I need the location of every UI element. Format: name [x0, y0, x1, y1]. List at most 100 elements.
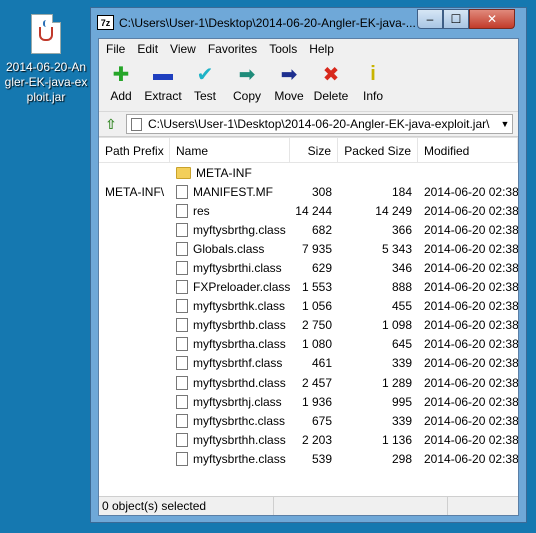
cell-modified-text: 2014-06-20 02:38	[424, 451, 518, 466]
cell-modified-text: 2014-06-20 02:38	[424, 413, 518, 428]
column-path-prefix[interactable]: Path Prefix	[99, 138, 170, 162]
table-row[interactable]: myftysbrthh.class 2 203 1 136 2014-06-20 02…	[99, 430, 518, 449]
cell-name: myftysbrthd.class	[170, 375, 290, 390]
table-row[interactable]: myftysbrthd.class 2 457 1 289 2014-06-20 02…	[99, 373, 518, 392]
file-list[interactable]: Path Prefix Name Size Packed Size Modifi…	[99, 137, 518, 498]
cell-size-text: 539	[311, 451, 332, 466]
cell-modified: 2014-06-20 02:38	[418, 395, 518, 409]
table-row[interactable]: Globals.class 7 935 5 343 2014-06-20 02:38	[99, 239, 518, 258]
cell-packed-size: 184	[338, 185, 418, 199]
cell-packed-size: 455	[338, 299, 418, 313]
table-row[interactable]: myftysbrthg.class 682 366 2014-06-20 02:38	[99, 220, 518, 239]
file-icon	[176, 356, 188, 371]
test-button[interactable]: ✔ Test	[184, 59, 226, 111]
column-packed-size[interactable]: Packed Size	[338, 138, 418, 162]
cell-size: 629	[290, 261, 338, 275]
cell-packed-size: 5 343	[338, 242, 418, 256]
cell-size: 675	[290, 414, 338, 428]
table-row[interactable]: myftysbrthf.class 461 339 2014-06-20 02:38	[99, 354, 518, 373]
cell-name: META-INF	[170, 166, 290, 180]
cell-size: 539	[290, 452, 338, 466]
table-row[interactable]: myftysbrthk.class 1 056 455 2014-06-20 02:3…	[99, 297, 518, 316]
archive-file-icon	[131, 117, 142, 131]
cell-name: myftysbrthk.class	[170, 299, 290, 314]
move-arrow-icon: ➡	[280, 63, 298, 86]
table-row[interactable]: myftysbrthe.class 539 298 2014-06-20 02:38	[99, 449, 518, 468]
cell-size-text: 675	[311, 413, 332, 428]
table-row[interactable]: myftysbrthb.class 2 750 1 098 2014-06-20 02…	[99, 316, 518, 335]
delete-x-icon: ✖	[322, 63, 340, 86]
chevron-down-icon[interactable]: ▼	[498, 119, 512, 129]
table-row[interactable]: META-INF	[99, 163, 518, 182]
menu-file[interactable]: File	[100, 39, 131, 59]
cell-path-prefix: META-INF\	[99, 185, 170, 199]
cell-packed-size-text: 339	[391, 356, 412, 371]
column-name[interactable]: Name	[170, 138, 290, 162]
up-folder-icon[interactable]: ⇧	[102, 115, 120, 133]
table-row[interactable]: META-INF\ MANIFEST.MF 308 184 2014-06-20 02:…	[99, 182, 518, 201]
cell-modified: 2014-06-20 02:38	[418, 337, 518, 351]
menu-view[interactable]: View	[164, 39, 202, 59]
table-row[interactable]: myftysbrtha.class 1 080 645 2014-06-20 02:3…	[99, 335, 518, 354]
cell-packed-size-text: 1 098	[381, 318, 412, 333]
info-button[interactable]: i Info	[352, 59, 394, 111]
table-row[interactable]: res 14 244 14 249 2014-06-20 02:38	[99, 201, 518, 220]
cell-packed-size-text: 14 249	[375, 203, 412, 218]
file-icon	[176, 280, 188, 295]
add-button[interactable]: ✚ Add	[100, 59, 142, 111]
cell-modified-text: 2014-06-20 02:38	[424, 432, 518, 447]
menu-help[interactable]: Help	[303, 39, 340, 59]
cell-packed-size-text: 1 136	[381, 432, 412, 447]
cell-modified: 2014-06-20 02:38	[418, 242, 518, 256]
cell-name: MANIFEST.MF	[170, 184, 290, 199]
cell-name: myftysbrtha.class	[170, 337, 290, 352]
window-client-area: File Edit View Favorites Tools Help ✚ Add…	[98, 38, 519, 516]
cell-size-text: 1 553	[301, 280, 332, 295]
cell-size: 1 056	[290, 299, 338, 313]
file-icon	[176, 184, 188, 199]
table-row[interactable]: myftysbrthi.class 629 346 2014-06-20 02:38	[99, 258, 518, 277]
column-modified[interactable]: Modified	[418, 138, 518, 162]
cell-path-prefix-text: META-INF\	[105, 184, 165, 199]
jar-file-icon	[31, 14, 61, 54]
copy-button[interactable]: ➡ Copy	[226, 59, 268, 111]
table-row[interactable]: myftysbrthc.class 675 339 2014-06-20 02:38	[99, 411, 518, 430]
cell-modified-text: 2014-06-20 02:38	[424, 299, 518, 314]
cell-name: myftysbrthb.class	[170, 318, 290, 333]
column-size[interactable]: Size	[290, 138, 338, 162]
close-button[interactable]: ✕	[469, 9, 515, 29]
table-row[interactable]: FXPreloader.class 1 553 888 2014-06-20 02:3…	[99, 278, 518, 297]
cell-name-text: res	[193, 203, 210, 218]
cell-packed-size: 1 289	[338, 376, 418, 390]
status-panel-2	[274, 497, 448, 515]
cell-modified-text: 2014-06-20 02:38	[424, 337, 518, 352]
menu-edit[interactable]: Edit	[131, 39, 164, 59]
menu-favorites[interactable]: Favorites	[202, 39, 263, 59]
move-button[interactable]: ➡ Move	[268, 59, 310, 111]
folder-icon	[176, 166, 191, 179]
address-path[interactable]: C:\Users\User-1\Desktop\2014-06-20-Angle…	[148, 117, 498, 131]
extract-button[interactable]: ▬ Extract	[142, 59, 184, 111]
cell-modified-text: 2014-06-20 02:38	[424, 280, 518, 295]
java-steam-icon	[43, 20, 51, 27]
file-icon	[176, 451, 188, 466]
maximize-button[interactable]: ☐	[443, 9, 469, 29]
file-icon	[176, 413, 188, 428]
cell-size: 7 935	[290, 242, 338, 256]
cell-size-text: 629	[311, 261, 332, 276]
cell-size: 1 553	[290, 280, 338, 294]
menu-tools[interactable]: Tools	[263, 39, 303, 59]
status-bar: 0 object(s) selected	[99, 496, 518, 515]
toolbar-label: Test	[193, 89, 216, 103]
minimize-button[interactable]: –	[417, 9, 443, 29]
cell-size-text: 2 203	[301, 432, 332, 447]
table-row[interactable]: myftysbrthj.class 1 936 995 2014-06-20 02:3…	[99, 392, 518, 411]
cell-packed-size-text: 1 289	[381, 375, 412, 390]
desktop-jar-file-icon[interactable]: 2014-06-20-Angler-EK-java-exploit.jar	[4, 14, 88, 105]
delete-button[interactable]: ✖ Delete	[310, 59, 352, 111]
cell-modified: 2014-06-20 02:38	[418, 261, 518, 275]
address-combobox[interactable]: C:\Users\User-1\Desktop\2014-06-20-Angle…	[126, 114, 513, 134]
cell-size: 1 080	[290, 337, 338, 351]
cell-name-text: myftysbrthj.class	[193, 394, 282, 409]
title-bar[interactable]: 7z C:\Users\User-1\Desktop\2014-06-20-An…	[91, 8, 526, 38]
